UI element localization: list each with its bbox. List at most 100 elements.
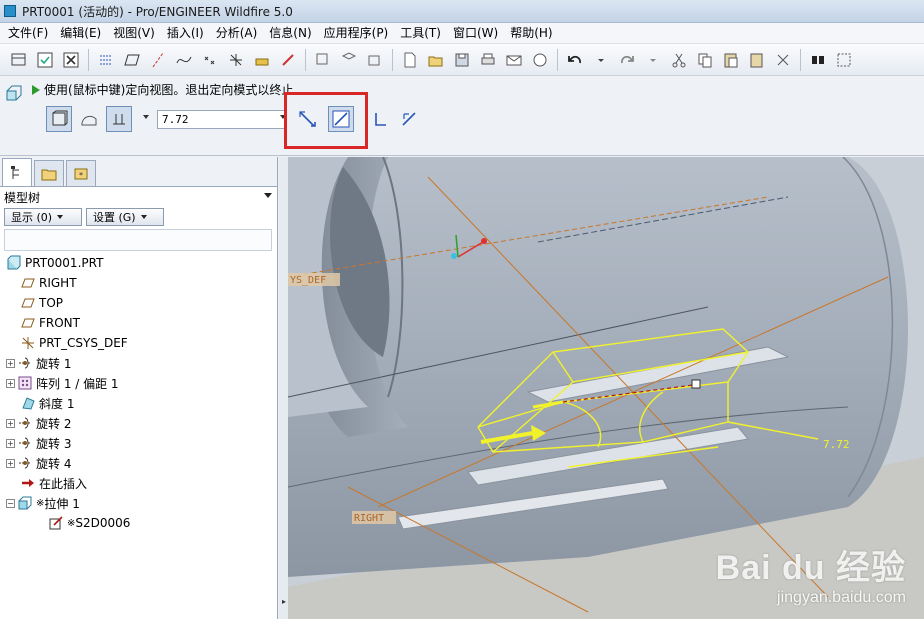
baidu-watermark: Bai du 经验 jingyan.baidu.com bbox=[716, 540, 906, 607]
insert-here-icon bbox=[20, 475, 36, 491]
model-tree-menu-icon[interactable] bbox=[264, 193, 272, 198]
tree-item-top[interactable]: TOP bbox=[6, 293, 272, 313]
tree-item-label: FRONT bbox=[39, 316, 80, 330]
print-icon[interactable] bbox=[477, 49, 499, 71]
tree-item-draft-1[interactable]: 斜度 1 bbox=[6, 393, 272, 413]
tree-item-revolve-2[interactable]: + 旋转 2 bbox=[6, 413, 272, 433]
save-icon[interactable] bbox=[451, 49, 473, 71]
expand-icon[interactable]: + bbox=[6, 458, 15, 468]
link-icon[interactable] bbox=[277, 49, 299, 71]
model-tree-tab-icon[interactable] bbox=[2, 158, 32, 186]
redo-icon[interactable] bbox=[616, 49, 638, 71]
expand-icon[interactable]: + bbox=[6, 438, 15, 448]
undo-icon[interactable] bbox=[564, 49, 586, 71]
highlight-annotation-box bbox=[284, 92, 368, 149]
copy-icon[interactable] bbox=[694, 49, 716, 71]
datum-curve-icon[interactable] bbox=[173, 49, 195, 71]
depth-option-button[interactable] bbox=[106, 106, 132, 132]
tree-item-revolve-1[interactable]: + 旋转 1 bbox=[6, 353, 272, 373]
model-tree-toggle-icon[interactable] bbox=[34, 49, 56, 71]
new-file-icon[interactable] bbox=[399, 49, 421, 71]
open-file-icon[interactable] bbox=[425, 49, 447, 71]
tree-item-label: 旋转 4 bbox=[36, 456, 72, 471]
display-button-label: 显示 (0) bbox=[11, 211, 53, 224]
paste-special-icon[interactable] bbox=[746, 49, 768, 71]
toolbar-separator bbox=[800, 48, 801, 71]
datum-plane-icon[interactable] bbox=[121, 49, 143, 71]
surface-extrude-button[interactable] bbox=[76, 106, 102, 132]
datum-point-icon[interactable] bbox=[199, 49, 221, 71]
tree-item-revolve-3[interactable]: + 旋转 3 bbox=[6, 433, 272, 453]
model-tree: PRT0001.PRT RIGHT TOP FRONT PRT_CSYS_DEF… bbox=[6, 253, 272, 533]
folder-browser-tab-icon[interactable] bbox=[34, 160, 64, 186]
orientation-hint: 使用(鼠标中键)定向视图。退出定向模式以终止 bbox=[32, 81, 293, 98]
favorites-tab-icon[interactable]: * bbox=[66, 160, 96, 186]
paste-icon[interactable] bbox=[720, 49, 742, 71]
menu-help[interactable]: 帮助(H) bbox=[504, 24, 558, 43]
menu-view[interactable]: 视图(V) bbox=[107, 24, 161, 43]
pattern-icon bbox=[17, 375, 33, 391]
tree-item-label: 旋转 2 bbox=[36, 416, 72, 431]
saved-views-icon[interactable] bbox=[364, 49, 386, 71]
display-button[interactable]: 显示 (0) bbox=[4, 208, 82, 226]
datum-plane-display-icon[interactable] bbox=[95, 49, 117, 71]
tree-item-pattern-1[interactable]: + 阵列 1 / 偏距 1 bbox=[6, 373, 272, 393]
refit-icon[interactable] bbox=[312, 49, 334, 71]
regenerate-icon[interactable] bbox=[772, 49, 794, 71]
expand-icon[interactable]: + bbox=[6, 378, 15, 388]
tree-item-insert-here[interactable]: 在此插入 bbox=[6, 473, 272, 493]
menu-insert[interactable]: 插入(I) bbox=[161, 24, 210, 43]
main-toolbar bbox=[0, 44, 924, 76]
tree-item-extrude-1[interactable]: − ※ 拉伸 1 bbox=[6, 493, 272, 513]
csys-icon[interactable] bbox=[225, 49, 247, 71]
find-icon[interactable] bbox=[807, 49, 829, 71]
tree-item-label: 斜度 1 bbox=[39, 396, 75, 411]
toolbar-separator bbox=[557, 48, 558, 71]
close-window-icon[interactable] bbox=[60, 49, 82, 71]
menu-info[interactable]: 信息(N) bbox=[263, 24, 317, 43]
layer-icon[interactable] bbox=[8, 49, 30, 71]
orient-icon[interactable] bbox=[338, 49, 360, 71]
redo-dropdown-icon[interactable] bbox=[642, 49, 664, 71]
select-box-icon[interactable] bbox=[833, 49, 855, 71]
expand-icon[interactable]: + bbox=[6, 418, 15, 428]
send-icon[interactable] bbox=[529, 49, 551, 71]
tree-item-csys[interactable]: PRT_CSYS_DEF bbox=[6, 333, 272, 353]
menu-tools[interactable]: 工具(T) bbox=[394, 24, 447, 43]
tree-item-label: 阵列 1 / 偏距 1 bbox=[36, 376, 119, 391]
cut-icon[interactable] bbox=[668, 49, 690, 71]
depth-option-dropdown-icon[interactable] bbox=[143, 115, 149, 119]
flip-material-side-button[interactable] bbox=[398, 108, 420, 130]
navigator-panel: * 模型树 显示 (0) 设置 (G) PRT0001.PRT RIGHT TO… bbox=[0, 157, 278, 619]
menu-window[interactable]: 窗口(W) bbox=[447, 24, 504, 43]
email-icon[interactable] bbox=[503, 49, 525, 71]
sketch-icon bbox=[48, 515, 64, 531]
extrude-icon bbox=[17, 495, 33, 511]
solid-extrude-button[interactable] bbox=[46, 106, 72, 132]
tree-item-right[interactable]: RIGHT bbox=[6, 273, 272, 293]
tree-item-front[interactable]: FRONT bbox=[6, 313, 272, 333]
menu-analysis[interactable]: 分析(A) bbox=[210, 24, 264, 43]
graphics-viewport[interactable]: YS_DEF RIGHT 7.72 Bai du 经验 jingyan.baid… bbox=[288, 157, 924, 619]
menu-applications[interactable]: 应用程序(P) bbox=[318, 24, 395, 43]
menu-edit[interactable]: 编辑(E) bbox=[54, 24, 107, 43]
splitter-grip-icon[interactable]: ▸ bbox=[282, 597, 286, 606]
settings-button[interactable]: 设置 (G) bbox=[86, 208, 164, 226]
analysis-icon[interactable] bbox=[251, 49, 273, 71]
csys-label: YS_DEF bbox=[290, 275, 326, 286]
chevron-down-icon bbox=[140, 215, 147, 219]
tree-item-part[interactable]: PRT0001.PRT bbox=[6, 253, 272, 273]
menu-file[interactable]: 文件(F) bbox=[2, 24, 54, 43]
svg-text:*: * bbox=[79, 171, 83, 180]
undo-dropdown-icon[interactable] bbox=[590, 49, 612, 71]
tree-item-label: 旋转 3 bbox=[36, 436, 72, 451]
collapse-icon[interactable]: − bbox=[6, 498, 15, 508]
thicken-sketch-button[interactable] bbox=[370, 108, 392, 130]
tree-item-revolve-4[interactable]: + 旋转 4 bbox=[6, 453, 272, 473]
revolve-icon bbox=[17, 435, 33, 451]
datum-axis-icon[interactable] bbox=[147, 49, 169, 71]
tree-item-sketch[interactable]: ※ S2D0006 bbox=[6, 513, 272, 533]
depth-value-input[interactable]: 7.72 bbox=[157, 110, 285, 129]
expand-icon[interactable]: + bbox=[6, 358, 15, 368]
panel-splitter[interactable]: ▸ bbox=[279, 157, 288, 619]
